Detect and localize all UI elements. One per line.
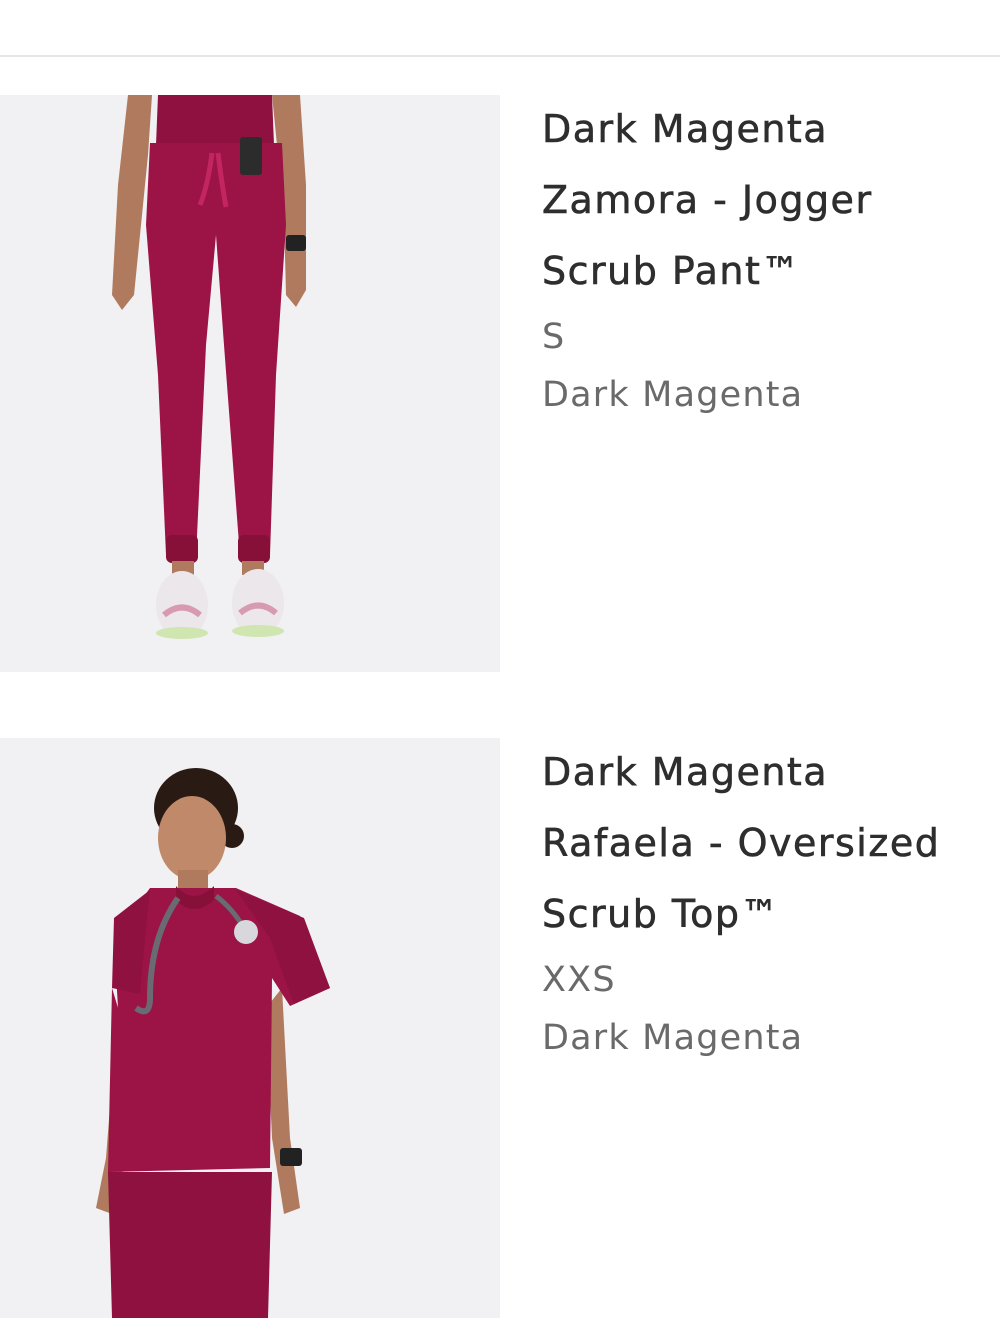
product-color: Dark Magenta	[542, 1018, 804, 1058]
product-info: Dark Magenta Rafaela - Oversized Scrub T…	[542, 738, 982, 1067]
product-color: Dark Magenta	[542, 375, 804, 415]
scrub-top-photo	[96, 768, 330, 1318]
product-image-scrub-top[interactable]	[0, 738, 500, 1318]
top-divider	[0, 55, 1000, 57]
product-size: XXS	[542, 960, 616, 1000]
product-info: Dark Magenta Zamora - Jogger Scrub Pant™…	[542, 95, 982, 424]
product-title[interactable]: Dark Magenta Zamora - Jogger Scrub Pant™	[542, 94, 982, 307]
jogger-pants-photo	[112, 95, 306, 639]
product-title[interactable]: Dark Magenta Rafaela - Oversized Scrub T…	[542, 737, 982, 950]
product-image-jogger-pants[interactable]	[0, 95, 500, 672]
product-size: S	[542, 317, 566, 357]
